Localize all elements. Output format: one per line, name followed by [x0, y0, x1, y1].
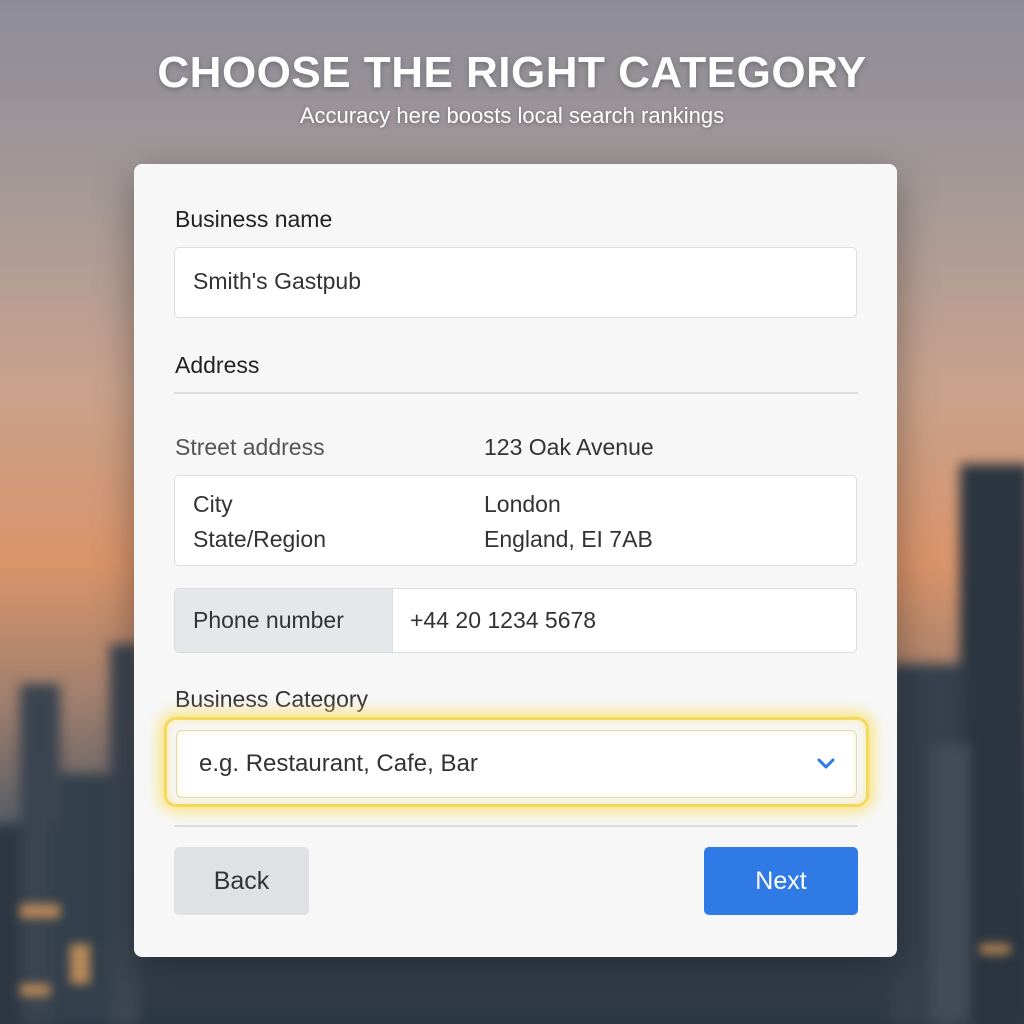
phone-value: +44 20 1234 5678: [410, 607, 597, 633]
business-category-dropdown[interactable]: e.g. Restaurant, Cafe, Bar: [176, 730, 857, 798]
page-title: CHOOSE THE RIGHT CATEGORY: [157, 48, 867, 97]
city-label: City: [193, 491, 233, 517]
next-button[interactable]: Next: [704, 847, 858, 915]
city-value: London: [484, 491, 561, 517]
phone-field[interactable]: Phone number +44 20 1234 5678: [174, 588, 857, 653]
region-label: State/Region: [193, 526, 326, 552]
page-subtitle: Accuracy here boosts local search rankin…: [299, 103, 725, 128]
category-placeholder: e.g. Restaurant, Cafe, Bar: [199, 750, 478, 777]
city-region-field[interactable]: City London State/Region England, EI 7AB: [174, 475, 857, 566]
category-label: Business Category: [175, 686, 369, 712]
address-heading: Address: [175, 352, 260, 378]
region-value: England, EI 7AB: [484, 526, 653, 552]
business-name-label: Business name: [175, 206, 333, 232]
business-name-input[interactable]: Smith's Gastpub: [174, 247, 857, 318]
phone-label: Phone number: [193, 607, 344, 633]
actions-divider: [174, 825, 858, 827]
chevron-down-icon[interactable]: [816, 753, 836, 773]
back-button[interactable]: Back: [174, 847, 309, 915]
phone-label-box: Phone number: [175, 589, 393, 652]
street-address-label: Street address: [175, 434, 325, 460]
business-form-card: Business name Smith's Gastpub Address St…: [134, 164, 897, 957]
address-divider: [174, 392, 858, 394]
business-name-value: Smith's Gastpub: [193, 268, 362, 294]
street-address-value: 123 Oak Avenue: [484, 434, 654, 460]
